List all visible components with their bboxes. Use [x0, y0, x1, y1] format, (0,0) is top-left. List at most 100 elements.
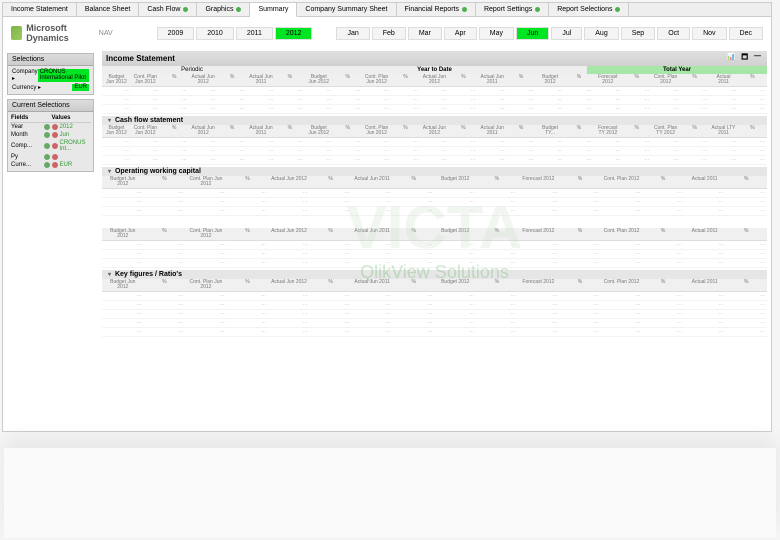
lock-icon[interactable] — [52, 154, 58, 160]
column-header[interactable]: Cont. Plan Jun 2012 — [362, 74, 391, 86]
current-selection-row[interactable]: Year2012 — [10, 123, 91, 131]
tab-balance-sheet[interactable]: Balance Sheet — [77, 3, 140, 16]
month-dec[interactable]: Dec — [729, 27, 763, 40]
month-nov[interactable]: Nov — [692, 27, 726, 40]
column-header[interactable]: Forecast 2012 — [518, 228, 560, 240]
column-header[interactable]: Budget Jun 2012 — [102, 125, 131, 137]
column-header[interactable]: Cont. Plan TY 2012 — [651, 125, 680, 137]
column-header[interactable]: Budget 2012 — [435, 176, 477, 188]
column-header[interactable]: % — [310, 176, 352, 188]
collapse-icon[interactable]: ▾ — [106, 271, 113, 278]
column-header[interactable]: % — [333, 125, 362, 137]
column-header[interactable]: Budget Jun 2012 — [102, 279, 144, 291]
column-header[interactable]: % — [275, 125, 304, 137]
clear-icon[interactable] — [44, 132, 50, 138]
column-header[interactable]: Actual Jun 2012 — [189, 125, 218, 137]
column-header[interactable]: Budget 2012 — [435, 228, 477, 240]
current-selection-row[interactable]: Curre...EUR — [10, 161, 91, 169]
column-header[interactable]: Actual LTY 2011 — [709, 125, 738, 137]
month-mar[interactable]: Mar — [408, 27, 442, 40]
column-header[interactable]: % — [559, 279, 601, 291]
column-header[interactable]: Cont. Plan 2012 — [601, 228, 643, 240]
column-header[interactable]: Actual Jun 2011 — [478, 74, 507, 86]
lock-icon[interactable] — [52, 124, 58, 130]
column-header[interactable]: % — [144, 228, 186, 240]
column-header[interactable]: % — [680, 125, 709, 137]
column-header[interactable]: % — [642, 228, 684, 240]
column-header[interactable]: Budget Jun 2012 — [102, 74, 131, 86]
column-header[interactable]: Budget 2012 — [435, 279, 477, 291]
column-header[interactable]: % — [725, 228, 767, 240]
column-header[interactable]: Actual Jun 2011 — [478, 125, 507, 137]
month-sep[interactable]: Sep — [621, 27, 655, 40]
column-header[interactable]: Actual 2011 — [684, 279, 726, 291]
month-jul[interactable]: Jul — [551, 27, 582, 40]
current-selection-row[interactable]: Comp...CRONUS Int... — [10, 139, 91, 153]
tab-cash-flow[interactable]: Cash Flow — [139, 3, 197, 16]
tab-income-statement[interactable]: Income Statement — [3, 3, 77, 16]
column-header[interactable]: % — [218, 74, 247, 86]
column-header[interactable]: Budget Jun 2012 — [102, 176, 144, 188]
column-header[interactable]: Actual 2011 — [684, 176, 726, 188]
column-header[interactable]: Budget TY... — [536, 125, 565, 137]
chart-icon[interactable]: 📊 — [725, 53, 738, 64]
column-header[interactable]: Actual Jun 2012 — [268, 279, 310, 291]
current-selection-row[interactable]: Py — [10, 153, 91, 161]
column-header[interactable]: Actual Jun 2012 — [268, 176, 310, 188]
tab-report-selections[interactable]: Report Selections — [549, 3, 629, 16]
month-apr[interactable]: Apr — [444, 27, 477, 40]
clear-icon[interactable] — [44, 143, 50, 149]
column-header[interactable]: % — [160, 125, 189, 137]
column-header[interactable]: Cont. Plan Jun 2012 — [185, 228, 227, 240]
column-header[interactable]: Actual Jun 2011 — [351, 279, 393, 291]
column-header[interactable]: Cont. Plan 2012 — [651, 74, 680, 86]
column-header[interactable]: % — [565, 74, 594, 86]
column-header[interactable]: Actual Jun 2011 — [247, 125, 276, 137]
lock-icon[interactable] — [52, 132, 58, 138]
clear-icon[interactable] — [44, 154, 50, 160]
column-header[interactable]: % — [160, 74, 189, 86]
minimize-icon[interactable]: — — [752, 53, 763, 64]
expand-icon[interactable]: 🗖 — [739, 53, 750, 64]
column-header[interactable]: % — [507, 125, 536, 137]
selection-currency[interactable]: Currency ▸EUR — [10, 83, 91, 92]
month-feb[interactable]: Feb — [372, 27, 406, 40]
collapse-icon[interactable]: ▾ — [106, 168, 113, 175]
year-2012[interactable]: 2012 — [275, 27, 313, 40]
column-header[interactable]: % — [476, 279, 518, 291]
column-header[interactable]: Actual Jun 2011 — [247, 74, 276, 86]
column-header[interactable]: % — [559, 228, 601, 240]
tab-company-summary-sheet[interactable]: Company Summary Sheet — [297, 3, 396, 16]
column-header[interactable]: % — [310, 228, 352, 240]
column-header[interactable]: % — [725, 279, 767, 291]
clear-icon[interactable] — [44, 162, 50, 168]
column-header[interactable]: Actual Jun 2012 — [420, 125, 449, 137]
tab-report-settings[interactable]: Report Settings — [476, 3, 549, 16]
column-header[interactable]: % — [275, 74, 304, 86]
column-header[interactable]: Forecast TY 2012 — [593, 125, 622, 137]
column-header[interactable]: Cont. Plan Jun 2012 — [185, 176, 227, 188]
column-header[interactable]: Forecast 2012 — [518, 176, 560, 188]
column-header[interactable]: % — [333, 74, 362, 86]
selection-company[interactable]: Company ▸CRONUS International Pilot — [10, 68, 91, 83]
column-header[interactable]: Forecast 2012 — [518, 279, 560, 291]
month-jan[interactable]: Jan — [336, 27, 369, 40]
column-header[interactable]: % — [622, 74, 651, 86]
column-header[interactable]: % — [642, 279, 684, 291]
column-header[interactable]: Forecast 2012 — [593, 74, 622, 86]
column-header[interactable]: % — [391, 125, 420, 137]
column-header[interactable]: % — [559, 176, 601, 188]
column-header[interactable]: % — [144, 176, 186, 188]
column-header[interactable]: % — [393, 279, 435, 291]
month-oct[interactable]: Oct — [657, 27, 690, 40]
column-header[interactable]: Actual Jun 2011 — [351, 176, 393, 188]
column-header[interactable]: % — [393, 228, 435, 240]
column-header[interactable]: % — [507, 74, 536, 86]
column-header[interactable]: Cont. Plan Jun 2012 — [131, 74, 160, 86]
column-header[interactable]: % — [449, 74, 478, 86]
column-header[interactable]: % — [565, 125, 594, 137]
year-2011[interactable]: 2011 — [236, 27, 273, 40]
column-header[interactable]: % — [738, 125, 767, 137]
year-2010[interactable]: 2010 — [196, 27, 234, 40]
column-header[interactable]: Cont. Plan 2012 — [601, 176, 643, 188]
